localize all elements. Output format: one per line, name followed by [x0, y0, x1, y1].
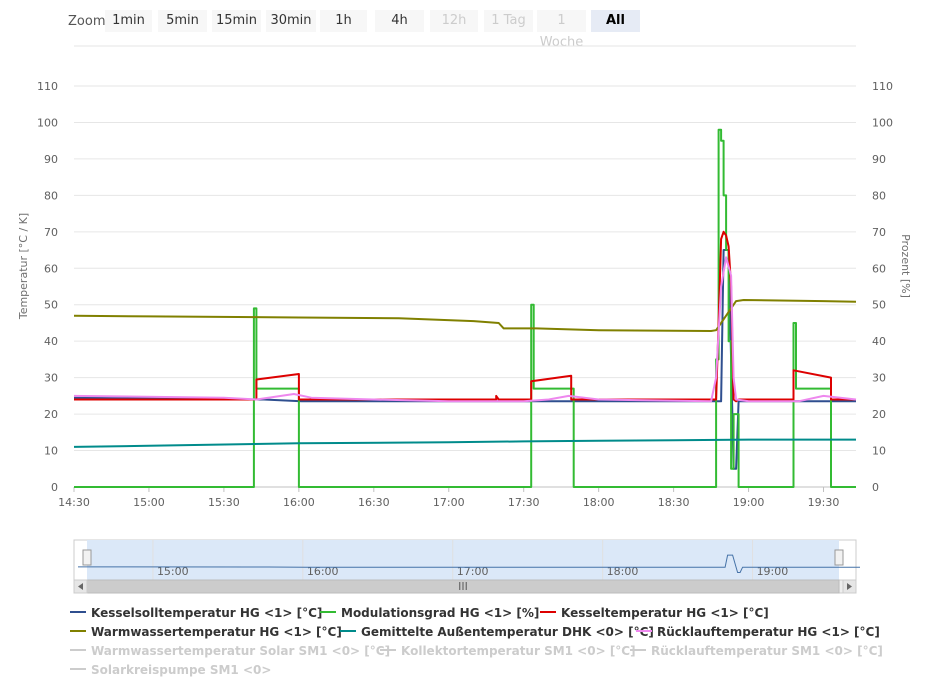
x-tick-label: 16:00 [283, 496, 315, 509]
x-tick-label: 17:30 [508, 496, 540, 509]
legend-item-5[interactable]: Rücklauftemperatur HG <1> [°C] [636, 625, 880, 643]
y-tick-label-left: 20 [44, 408, 58, 421]
legend-label: Rücklauftemperatur SM1 <0> [°C] [651, 644, 883, 658]
navigator-handle-left[interactable] [82, 549, 92, 566]
legend-label: Warmwassertemperatur HG <1> [°C] [91, 625, 342, 639]
y-tick-label-left: 110 [37, 80, 58, 93]
legend-item-8[interactable]: Rücklauftemperatur SM1 <0> [°C] [630, 644, 883, 662]
x-tick-label: 14:30 [58, 496, 90, 509]
legend-swatch [70, 610, 86, 613]
y-tick-label-left: 60 [44, 262, 58, 275]
x-tick-label: 17:00 [433, 496, 465, 509]
legend-item-6[interactable]: Warmwassertemperatur Solar SM1 <0> [°C] [70, 644, 390, 662]
y-tick-label-left: 0 [51, 481, 58, 494]
legend-item-9[interactable]: Solarkreispumpe SM1 <0> [70, 663, 271, 681]
y-tick-label-left: 50 [44, 299, 58, 312]
x-tick-label: 15:00 [133, 496, 165, 509]
legend-label: Gemittelte Außentemperatur DHK <0> [°C] [361, 625, 654, 639]
y-tick-label-right: 110 [872, 80, 893, 93]
legend-label: Kollektortemperatur SM1 <0> [°C] [401, 644, 636, 658]
y-tick-label-left: 100 [37, 116, 58, 129]
legend-item-2[interactable]: Kesselte­mperatur HG <1> [°C] [540, 606, 769, 624]
y-tick-label-left: 10 [44, 445, 58, 458]
legend-swatch [320, 610, 336, 613]
y-tick-label-left: 70 [44, 226, 58, 239]
chart-area: 0 0 10 10 20 20 30 30 40 40 50 50 60 60 70 70 80 80 90 90 10… [17, 45, 912, 594]
y-tick-label-right: 0 [872, 481, 879, 494]
y-axis-title-left: Temperatur [°C / K] [17, 213, 30, 320]
y-tick-label-right: 50 [872, 299, 886, 312]
legend-label: Rücklauftemperatur HG <1> [°C] [657, 625, 880, 639]
y-tick-label-right: 20 [872, 408, 886, 421]
x-tick-label: 15:30 [208, 496, 240, 509]
navigator-handle-right[interactable] [834, 549, 844, 566]
y-tick-label-right: 30 [872, 372, 886, 385]
legend-label: Modulationsgrad HG <1> [%] [341, 606, 540, 620]
y-axis-title-right: Prozent [%] [899, 234, 912, 298]
x-tick-label: 18:00 [583, 496, 615, 509]
legend-swatch [636, 629, 652, 632]
x-tick-label: 16:30 [358, 496, 390, 509]
scrollbar-grip: III [458, 580, 468, 593]
y-tick-label-right: 90 [872, 153, 886, 166]
legend-swatch [70, 648, 86, 651]
y-tick-label-right: 80 [872, 189, 886, 202]
y-tick-label-left: 90 [44, 153, 58, 166]
legend-item-7[interactable]: Kollektortemperatur SM1 <0> [°C] [380, 644, 636, 662]
series-group [73, 128, 857, 488]
legend-swatch [340, 629, 356, 632]
legend-swatch [380, 648, 396, 651]
scrollbar: III [73, 579, 857, 594]
y-tick-label-left: 40 [44, 335, 58, 348]
legend-swatch [630, 648, 646, 651]
y-tick-label-right: 100 [872, 116, 893, 129]
x-tick-label: 19:30 [808, 496, 840, 509]
legend-swatch [70, 667, 86, 670]
navigator: 15:00 16:00 17:00 18:00 19:00 [73, 539, 860, 581]
y-tick-label-left: 80 [44, 189, 58, 202]
legend-item-4[interactable]: Gemittelte Außentemperatur DHK <0> [°C] [340, 625, 654, 643]
legend-label: Warmwassertemperatur Solar SM1 <0> [°C] [91, 644, 391, 658]
y-tick-label-right: 60 [872, 262, 886, 275]
legend-item-0[interactable]: Kesselsolltemperatur HG <1> [°C] [70, 606, 322, 624]
legend-item-1[interactable]: Modulationsgrad HG <1> [%] [320, 606, 539, 624]
y-tick-label-right: 40 [872, 335, 886, 348]
legend-label: Solarkreispumpe SM1 <0> [91, 663, 272, 677]
series-line-5 [73, 256, 857, 403]
legend-label: Kesselsolltemperatur HG <1> [°C] [91, 606, 323, 620]
legend-item-3[interactable]: Warmwassertemperatur HG <1> [°C] [70, 625, 342, 643]
y-tick-label-right: 70 [872, 226, 886, 239]
y-tick-label-right: 10 [872, 445, 886, 458]
legend-swatch [70, 629, 86, 632]
x-tick-label: 19:00 [733, 496, 765, 509]
y-tick-label-left: 30 [44, 372, 58, 385]
x-tick-label: 18:30 [658, 496, 690, 509]
legend-swatch [540, 610, 556, 613]
series-line-1 [74, 128, 856, 488]
legend-label: Kesselte­mperatur HG <1> [°C] [561, 606, 769, 620]
